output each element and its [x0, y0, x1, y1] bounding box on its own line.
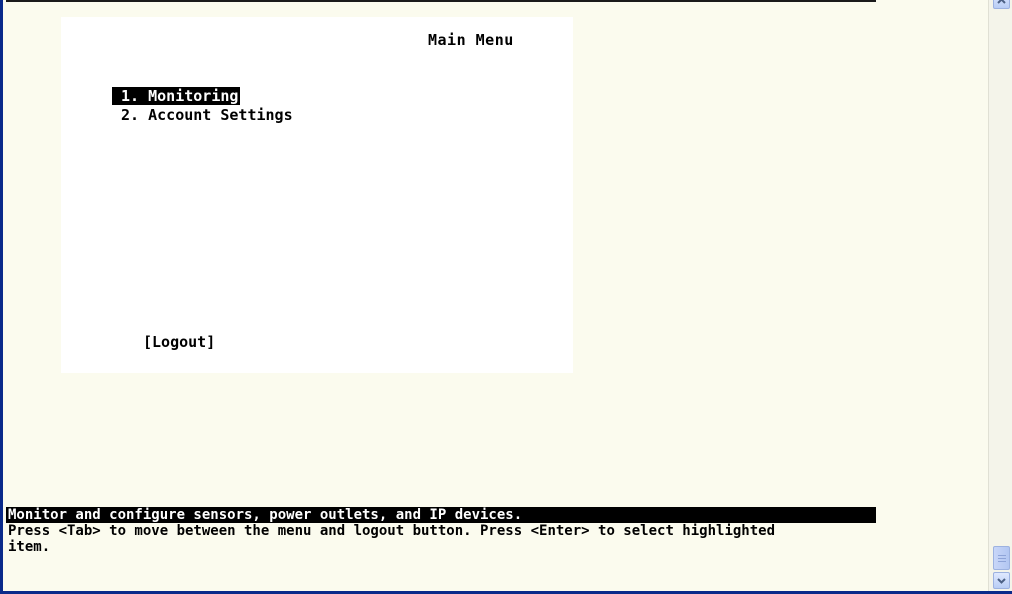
menu-item-monitoring[interactable]: 1. Monitoring — [112, 87, 241, 105]
scroll-up-button[interactable] — [993, 0, 1010, 9]
logout-button[interactable]: [Logout] — [143, 333, 215, 351]
grip-line — [998, 561, 1006, 562]
menu-title: Main Menu — [428, 31, 514, 49]
main-menu-panel: Main Menu 1. Monitoring 2. Account Setti… — [61, 17, 573, 373]
grip-line — [998, 558, 1006, 559]
status-description: Monitor and configure sensors, power out… — [6, 507, 876, 523]
vertical-scrollbar[interactable] — [988, 0, 1012, 591]
status-area: Monitor and configure sensors, power out… — [6, 507, 876, 555]
scroll-down-button[interactable] — [993, 572, 1010, 589]
grip-line — [998, 555, 1006, 556]
chevron-up-icon — [997, 0, 1006, 4]
terminal-window: Main Menu 1. Monitoring 2. Account Setti… — [0, 0, 1012, 594]
scrollbar-thumb[interactable] — [993, 546, 1010, 570]
chevron-down-icon — [997, 577, 1006, 584]
status-help-text: Press <Tab> to move between the menu and… — [8, 523, 784, 555]
menu-item-account-settings[interactable]: 2. Account Settings — [112, 106, 295, 124]
top-divider — [6, 0, 876, 2]
